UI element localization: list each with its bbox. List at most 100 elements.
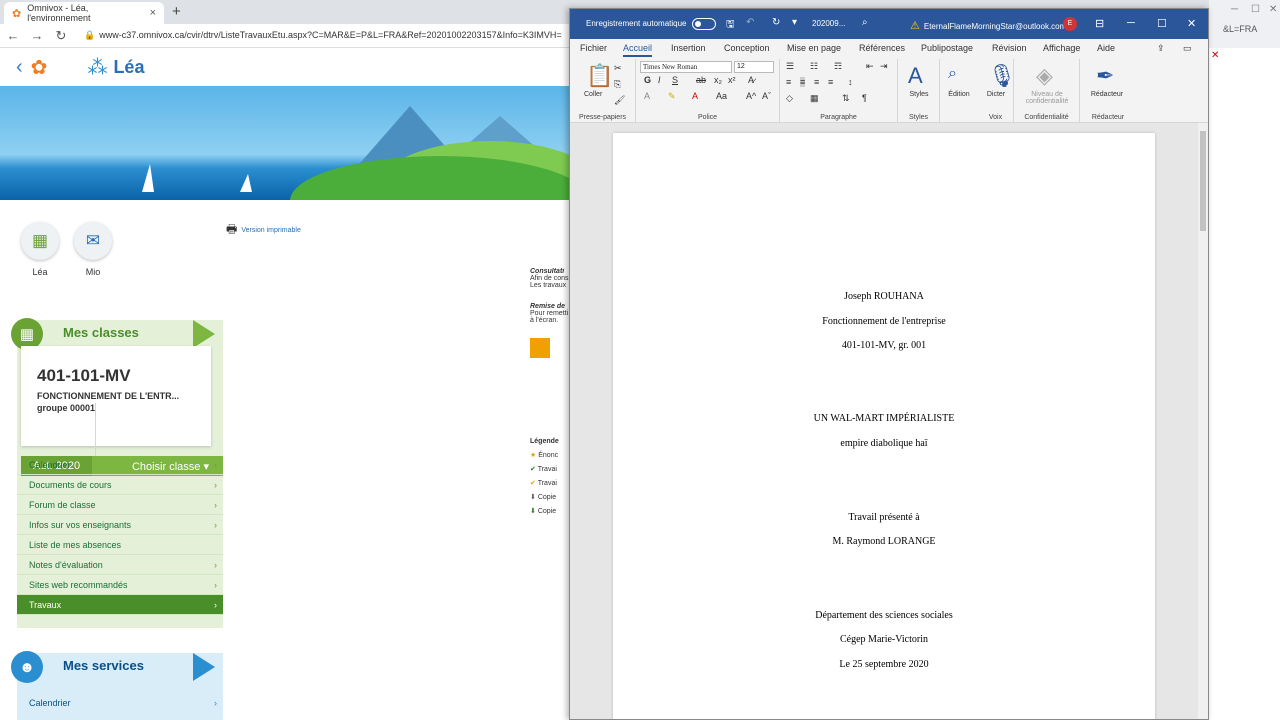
numbering-icon[interactable]: ☷ [810,61,818,72]
menu-forum[interactable]: Forum de classe › [17,495,223,515]
decrease-indent-icon[interactable]: ⇤ [866,61,874,72]
font-color-icon[interactable]: A [692,91,698,101]
close-icon[interactable]: ✕ [1187,17,1196,30]
tab-affichage[interactable]: Affichage [1043,43,1080,53]
tab-fichier[interactable]: Fichier [580,43,607,53]
minimize-icon[interactable]: ─ [1231,4,1238,15]
text-effects-icon[interactable]: A [644,91,650,101]
tab-references[interactable]: Références [859,43,905,53]
close-icon[interactable]: ✕ [1269,4,1277,15]
save-icon[interactable]: 🖫 [726,17,735,34]
change-case-icon[interactable]: Aa [716,91,727,101]
file-name[interactable]: 202009... [812,19,845,28]
align-right-icon[interactable]: ≡ [814,77,819,87]
close-icon[interactable]: ✕ [1211,50,1219,61]
menu-label: Sites web recommandés [29,580,128,590]
minimize-icon[interactable]: ─ [1127,17,1135,29]
customize-icon[interactable]: ▾ [792,17,797,28]
italic-icon[interactable]: I [658,75,661,85]
consultation-section: Consultati Afin de cons Les travaux Remi… [530,268,570,568]
maximize-icon[interactable]: ☐ [1251,4,1260,15]
redo-icon[interactable]: ↻ [772,17,780,28]
ribbon-display-icon[interactable]: ⊟ [1095,17,1104,30]
menu-teachers[interactable]: Infos sur vos enseignants › [17,515,223,535]
new-tab-button[interactable]: + [172,3,181,20]
lea-label: Léa [32,267,48,277]
sort-icon[interactable]: ⇅ [842,93,850,104]
pilcrow-icon[interactable]: ¶ [862,93,867,103]
align-center-icon[interactable]: ≡ [800,77,806,87]
font-size-select[interactable]: 12 [734,61,774,73]
line-spacing-icon[interactable]: ↕ [848,77,853,87]
styles-icon[interactable]: A [908,63,923,89]
bullets-icon[interactable]: ☰ [786,61,794,72]
browser-tab[interactable]: ✿ Omnivox - Léa, l'environnement × [4,2,164,24]
tab-publipostage[interactable]: Publipostage [921,43,973,53]
consult-line: Afin de cons [530,275,569,282]
format-painter-icon[interactable]: 🖌 [614,95,625,106]
cut-icon[interactable]: ✂ [614,63,622,74]
tab-mise-en-page[interactable]: Mise en page [787,43,841,53]
tab-aide[interactable]: Aide [1097,43,1115,53]
clear-format-icon[interactable]: A̷ [748,75,754,85]
share-icon[interactable]: ⇪ [1157,43,1165,54]
avatar[interactable]: E [1063,17,1077,31]
autosave-toggle[interactable] [692,18,716,30]
print-version-link[interactable]: 🖶 Version imprimable [226,220,301,241]
editing-icon[interactable]: ⌕ [948,65,957,83]
strikethrough-icon[interactable]: ab [696,75,706,85]
undo-icon[interactable]: ↶ [746,17,754,28]
justify-icon[interactable]: ≡ [828,77,833,87]
url-field[interactable]: 🔒 www-c37.omnivox.ca/cvir/dtrv/ListeTrava… [84,30,562,41]
increase-indent-icon[interactable]: ⇥ [880,61,888,72]
microphone-icon[interactable]: 🎙 [988,63,1016,89]
doc-presented: Travail présenté à [848,512,920,523]
tab-insertion[interactable]: Insertion [671,43,706,53]
reload-icon[interactable]: ↻ [50,28,72,44]
document-page[interactable]: Joseph ROUHANA Fonctionnement de l'entre… [613,133,1155,719]
tab-revision[interactable]: Révision [992,43,1027,53]
align-left-icon[interactable]: ≡ [786,77,791,87]
menu-absences[interactable]: Liste de mes absences [17,535,223,555]
shrink-font-icon[interactable]: Aˇ [762,91,771,101]
bold-icon[interactable]: G [644,75,651,85]
editor-icon[interactable]: ✒ [1096,63,1114,89]
omnivox-logo-icon[interactable]: ✿ [31,55,48,80]
menu-websites[interactable]: Sites web recommandés › [17,575,223,595]
forward-icon[interactable]: → [26,28,48,43]
mail-icon[interactable]: ✉ [74,222,112,260]
maximize-icon[interactable]: ☐ [1157,17,1167,30]
tab-accueil[interactable]: Accueil [623,43,653,57]
copy-icon[interactable]: ⎘ [614,79,621,90]
grow-font-icon[interactable]: A^ [746,91,756,101]
class-card[interactable]: 401-101-MV FONCTIONNEMENT DE L'ENTR... g… [21,346,223,476]
menu-documents[interactable]: Documents de cours › [17,475,223,495]
font-name-select[interactable]: Times New Roman [640,61,732,73]
sensitivity-icon[interactable]: ◈ [1036,63,1053,89]
borders-icon[interactable]: ▦ [810,93,819,104]
paste-icon[interactable]: 📋 [586,63,613,89]
doc-date: Le 25 septembre 2020 [839,659,929,670]
multilevel-icon[interactable]: ☶ [834,61,842,72]
menu-calendrier[interactable]: Calendrier › [17,455,223,475]
highlight-icon[interactable]: ✎ [668,91,676,102]
underline-icon[interactable]: S [672,75,678,85]
superscript-icon[interactable]: x² [728,75,736,85]
menu-travaux[interactable]: Travaux › [17,595,223,615]
menu-grades[interactable]: Notes d'évaluation › [17,555,223,575]
word-window: Enregistrement automatique 🖫 ↶ ↻ ▾ 20200… [569,8,1209,720]
search-icon[interactable]: ⌕ [862,17,868,28]
tab-conception[interactable]: Conception [724,43,770,53]
services-calendrier[interactable]: Calendrier › [17,693,223,713]
assignment-badge[interactable] [530,338,550,358]
back-arrow-icon[interactable]: ‹ [16,56,23,79]
subscript-icon[interactable]: x₂ [714,75,722,85]
back-icon[interactable]: ← [2,28,24,43]
close-tab-icon[interactable]: × [150,7,156,19]
vertical-scrollbar[interactable] [1198,123,1208,719]
lea-grid-icon[interactable]: ▦ [21,222,59,260]
shading-icon[interactable]: ◇ [786,93,793,104]
user-account[interactable]: ⚠ EternalFlameMorningStar@outlook.com [910,19,1066,32]
scrollbar-thumb[interactable] [1200,131,1206,231]
comments-icon[interactable]: ▭ [1183,43,1192,54]
